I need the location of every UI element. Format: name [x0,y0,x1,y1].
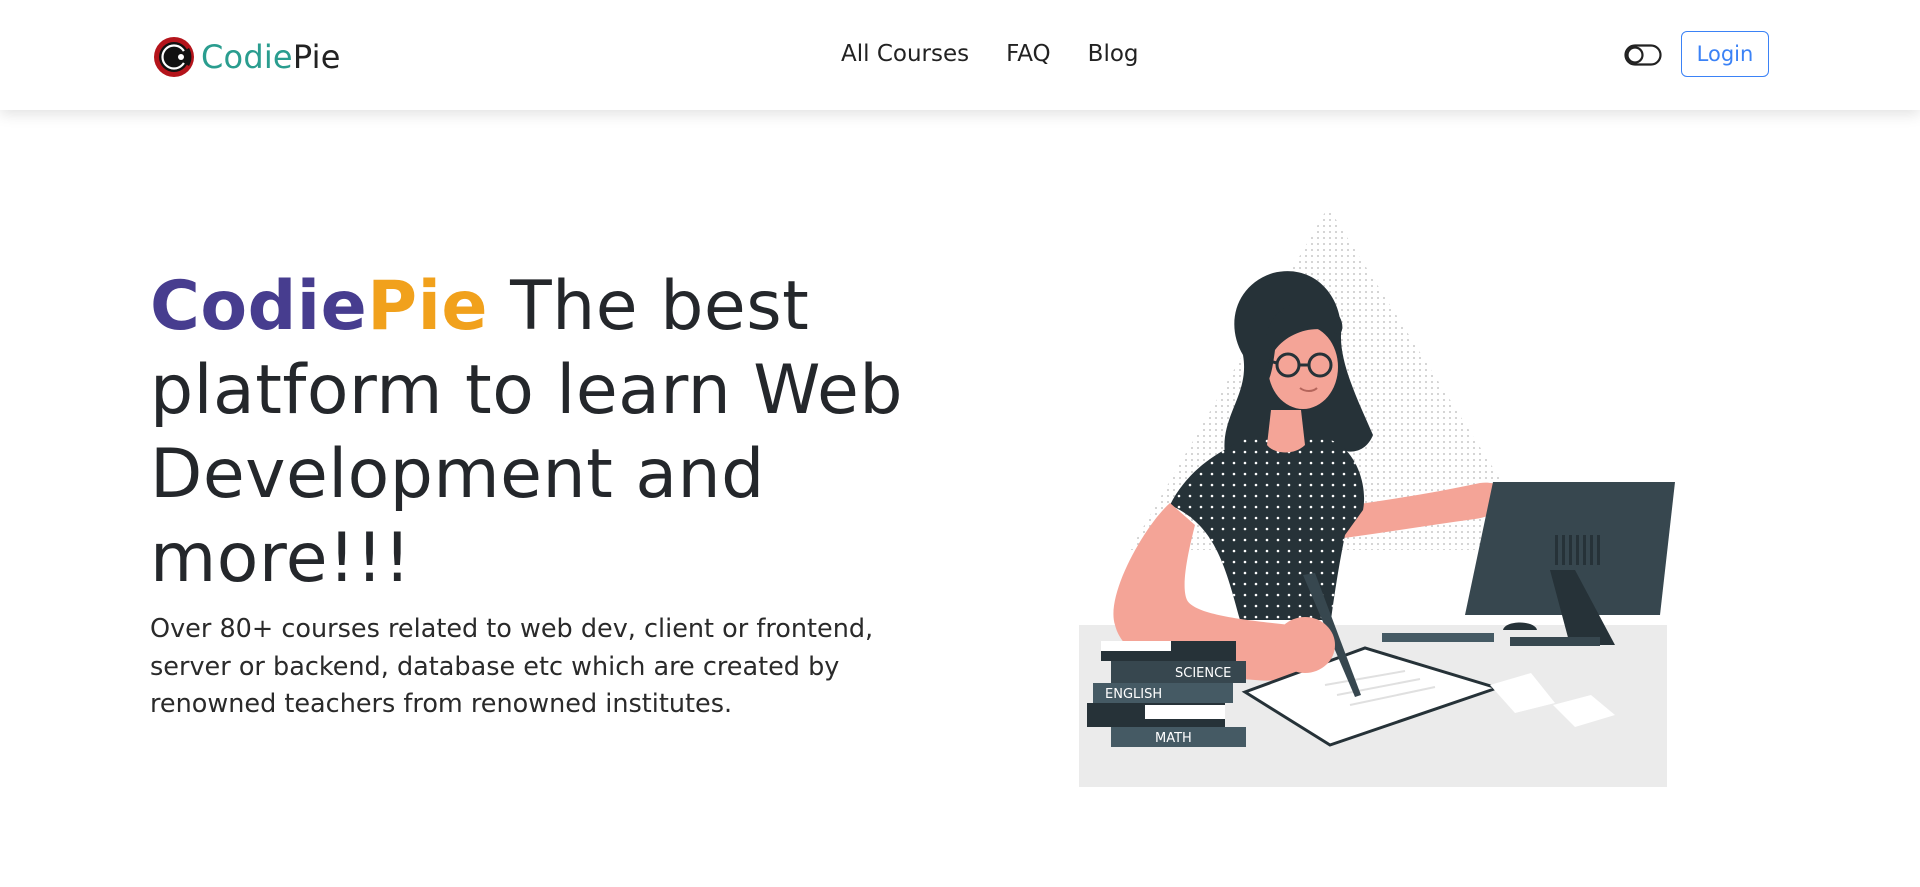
hero-brand: CodiePie [142,265,488,349]
navbar: CodiePie All Courses FAQ Blog Login [0,0,1920,110]
hero-illustration: SCIENCE ENGLISH MATH [1079,207,1675,787]
nav-link-blog[interactable]: Blog [1088,41,1139,67]
keyboard [1382,633,1494,642]
book-label-science: SCIENCE [1175,666,1231,681]
hand [1275,617,1335,673]
login-button[interactable]: Login [1681,31,1769,77]
nav-link-faq[interactable]: FAQ [1006,41,1051,67]
book-label-math: MATH [1155,731,1192,746]
brand-name-part2: Pie [292,38,341,76]
book-label-english: ENGLISH [1105,687,1162,702]
mouse [1503,622,1537,630]
brand-link[interactable]: CodiePie [153,36,341,78]
toggle-icon[interactable] [1624,44,1662,66]
computer-monitor [1465,482,1675,646]
main-nav: All Courses FAQ Blog [841,41,1139,67]
nav-link-all-courses[interactable]: All Courses [841,41,969,67]
hero-title: CodiePie The best platform to learn Web … [142,265,930,601]
hero-description: Over 80+ courses related to web dev, cli… [150,614,874,719]
codiepie-logo-icon [154,37,194,77]
hero-brand-part2: Pie [367,267,488,346]
hero-brand-part1: Codie [150,267,368,346]
brand-name: CodiePie [201,38,341,76]
brand-name-part1: Codie [201,38,293,76]
neck [1267,410,1305,453]
